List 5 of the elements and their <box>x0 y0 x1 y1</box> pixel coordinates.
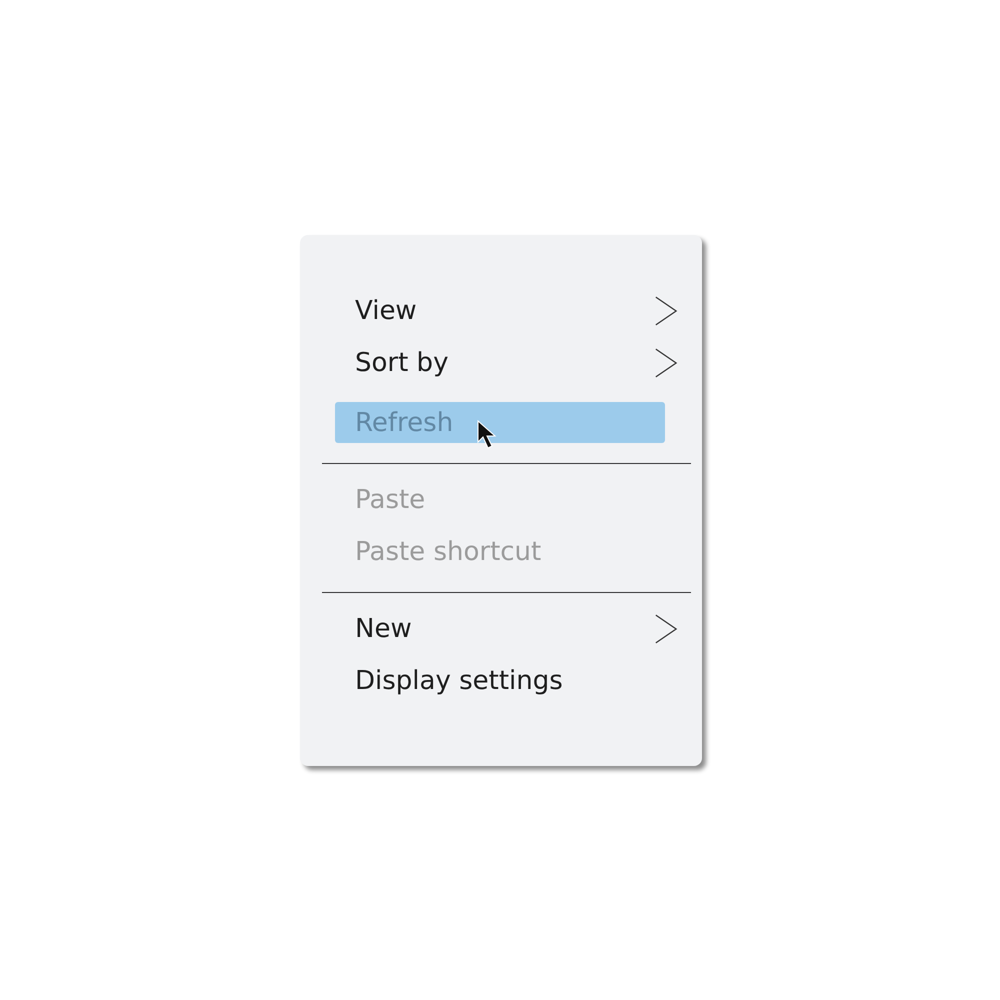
menu-item[interactable]: Sort by <box>335 342 678 383</box>
mouse-pointer-icon <box>477 420 497 450</box>
menu-item[interactable]: Display settings <box>335 660 678 701</box>
menu-item[interactable]: New <box>335 608 678 649</box>
menu-item[interactable]: View <box>335 290 678 331</box>
